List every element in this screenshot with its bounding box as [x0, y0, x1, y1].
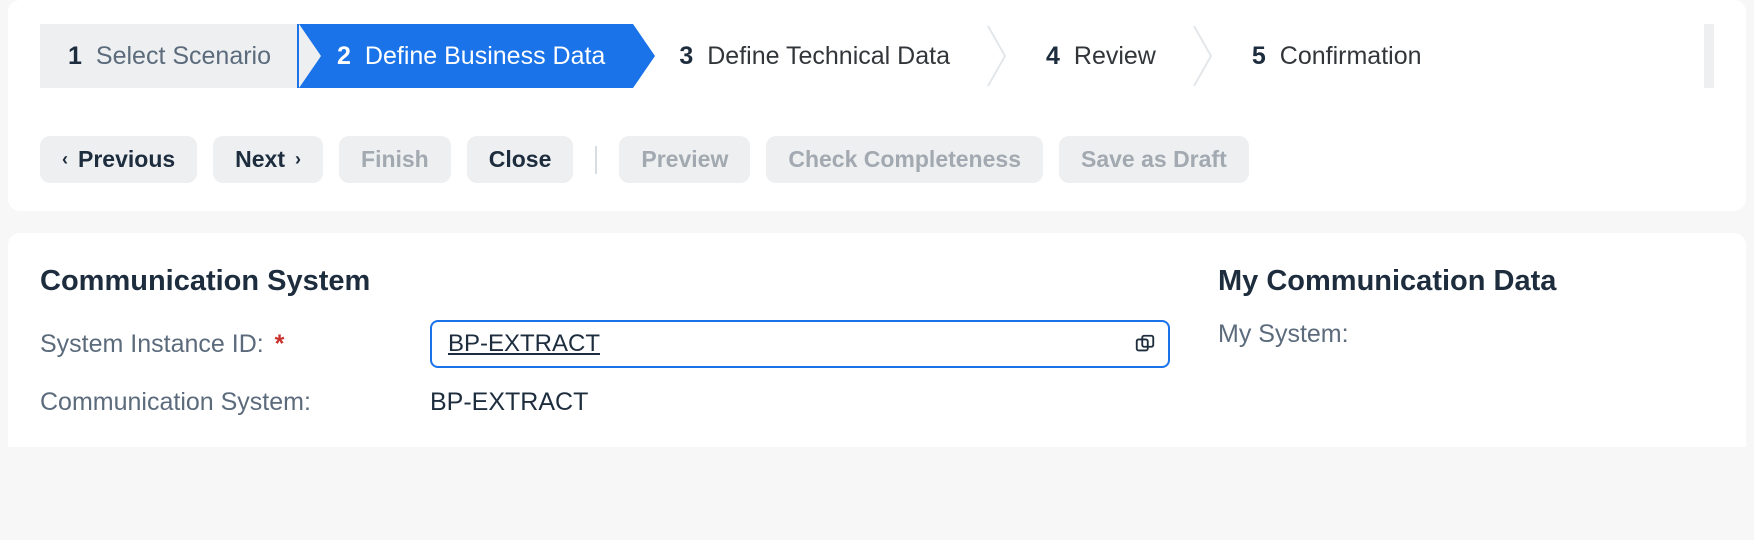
my-communication-data-section: My Communication Data My System:: [1218, 265, 1714, 437]
finish-button: Finish: [339, 136, 451, 183]
button-label: Preview: [641, 146, 728, 173]
my-system-row: My System:: [1218, 320, 1714, 349]
button-label: Save as Draft: [1081, 146, 1227, 173]
preview-button: Preview: [619, 136, 750, 183]
wizard-step-number: 1: [68, 42, 82, 71]
check-completeness-button: Check Completeness: [766, 136, 1043, 183]
wizard-step-label: Confirmation: [1280, 42, 1422, 71]
close-button[interactable]: Close: [467, 136, 574, 183]
wizard-step-label: Define Technical Data: [707, 42, 950, 71]
system-instance-id-input[interactable]: [446, 329, 1132, 359]
wizard-step-number: 3: [679, 42, 693, 71]
field-label: My System:: [1218, 320, 1349, 349]
section-title: My Communication Data: [1218, 265, 1714, 298]
value-help-icon[interactable]: [1132, 331, 1158, 357]
system-instance-id-input-wrap[interactable]: [430, 320, 1170, 368]
wizard-step-2[interactable]: 2 Define Business Data: [297, 24, 633, 88]
chevron-left-icon: ‹: [62, 149, 68, 170]
field-label: Communication System:: [40, 388, 430, 417]
communication-system-section: Communication System System Instance ID:…: [40, 265, 1170, 437]
next-button[interactable]: Next ›: [213, 136, 323, 183]
wizard-step-label: Select Scenario: [96, 42, 271, 71]
wizard-step-3[interactable]: 3 Define Technical Data: [633, 24, 978, 88]
wizard-tail: [1704, 24, 1714, 88]
wizard-step-1[interactable]: 1 Select Scenario: [40, 24, 299, 88]
button-label: Next: [235, 146, 285, 173]
wizard-step-number: 4: [1046, 42, 1060, 71]
button-label: Finish: [361, 146, 429, 173]
communication-system-row: Communication System: BP-EXTRACT: [40, 388, 1170, 417]
toolbar-divider: [595, 146, 597, 174]
chevron-right-icon: [633, 24, 655, 88]
wizard-step-label: Review: [1074, 42, 1156, 71]
wizard-step-number: 5: [1252, 42, 1266, 71]
button-label: Previous: [78, 146, 175, 173]
wizard-step-5[interactable]: 5 Confirmation: [1224, 24, 1450, 88]
chevron-right-icon: [299, 24, 321, 88]
previous-button[interactable]: ‹ Previous: [40, 136, 197, 183]
wizard-separator: [978, 24, 1018, 88]
wizard-step-label: Define Business Data: [365, 42, 605, 71]
toolbar: ‹ Previous Next › Finish Close Preview C…: [40, 136, 1714, 183]
section-title: Communication System: [40, 265, 1170, 298]
communication-system-value: BP-EXTRACT: [430, 388, 588, 417]
system-instance-id-row: System Instance ID: *: [40, 320, 1170, 368]
content-panel: Communication System System Instance ID:…: [8, 233, 1746, 447]
wizard-roadmap: 1 Select Scenario 2 Define Business Data…: [40, 24, 1714, 88]
button-label: Check Completeness: [788, 146, 1021, 173]
save-as-draft-button: Save as Draft: [1059, 136, 1249, 183]
header-panel: 1 Select Scenario 2 Define Business Data…: [8, 0, 1746, 211]
field-label: System Instance ID: *: [40, 330, 430, 359]
chevron-right-icon: ›: [295, 149, 301, 170]
wizard-step-4[interactable]: 4 Review: [1018, 24, 1184, 88]
button-label: Close: [489, 146, 552, 173]
required-indicator: *: [275, 330, 285, 358]
wizard-separator: [1184, 24, 1224, 88]
wizard-step-number: 2: [337, 42, 351, 71]
